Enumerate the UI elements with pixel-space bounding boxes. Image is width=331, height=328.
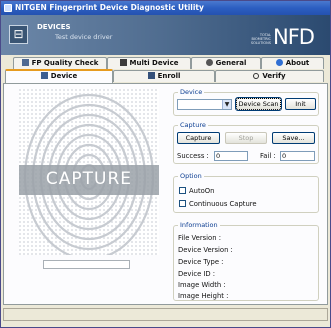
device-select[interactable]: ▼: [177, 99, 232, 110]
brand-logo: NFD: [273, 25, 315, 49]
autoon-label[interactable]: AutoOn: [189, 187, 214, 195]
option-group-label: Option: [178, 172, 204, 180]
fail-count-field: 0: [280, 151, 315, 161]
file-version-label: File Version :: [178, 234, 221, 242]
banner-title: DEVICES: [37, 23, 71, 31]
info-icon: [275, 59, 283, 66]
fingerprint-icon: [21, 59, 29, 66]
tab-enroll[interactable]: Enroll: [113, 70, 215, 82]
image-width-label: Image Width :: [178, 281, 226, 289]
stop-button[interactable]: Stop: [225, 132, 267, 144]
device-id-label: Device ID :: [178, 270, 216, 278]
information-group-label: Information: [178, 221, 220, 229]
device-type-label: Device Type :: [178, 258, 224, 266]
device-scan-button[interactable]: Device Scan: [235, 97, 282, 111]
continuous-capture-label[interactable]: Continuous Capture: [189, 200, 257, 208]
tab-multi-device[interactable]: Multi Device: [107, 57, 191, 69]
banner-subtitle: Test device driver: [55, 33, 113, 41]
fingerprint-image-area: CAPTURE: [19, 89, 159, 255]
tab-fp-quality-check[interactable]: FP Quality Check: [13, 57, 107, 69]
success-label: Success :: [177, 152, 209, 160]
brand-tagline: TOTAL BIOMETRIC SOLUTIONS: [250, 33, 271, 45]
success-count-field: 0: [214, 151, 248, 161]
capture-progress-bar: [43, 260, 130, 269]
enroll-icon: [147, 72, 155, 79]
multi-device-icon: [119, 59, 127, 66]
device-group-label: Device: [178, 88, 205, 96]
capture-group-label: Capture: [178, 121, 208, 129]
init-button[interactable]: Init: [285, 98, 316, 110]
device-version-label: Device Version :: [178, 246, 233, 254]
gear-icon: [205, 59, 213, 66]
status-bar: [3, 308, 328, 321]
autoon-checkbox[interactable]: [179, 187, 186, 194]
app-window: NITGEN Fingerprint Device Diagnostic Uti…: [0, 0, 331, 328]
window-title: NITGEN Fingerprint Device Diagnostic Uti…: [15, 3, 204, 12]
tab-verify[interactable]: Verify: [215, 70, 324, 82]
device-icon: [40, 72, 48, 79]
tab-about[interactable]: About: [261, 57, 324, 69]
tab-strip: FP Quality Check Multi Device General Ab…: [1, 57, 330, 83]
continuous-capture-checkbox[interactable]: [179, 200, 186, 207]
header-banner: ⊟ DEVICES Test device driver TOTAL BIOME…: [1, 15, 330, 55]
capture-placeholder-label: CAPTURE: [45, 169, 133, 189]
title-bar[interactable]: NITGEN Fingerprint Device Diagnostic Uti…: [1, 1, 330, 15]
fail-label: Fail :: [260, 152, 276, 160]
capture-button[interactable]: Capture: [177, 132, 220, 144]
search-icon: [253, 73, 260, 79]
chevron-down-icon[interactable]: ▼: [222, 100, 231, 109]
app-icon: [4, 4, 12, 12]
tab-general[interactable]: General: [191, 57, 261, 69]
save-button[interactable]: Save...: [272, 132, 315, 144]
image-height-label: Image Height :: [178, 292, 229, 300]
device-manager-icon: ⊟: [9, 25, 28, 44]
tab-device[interactable]: Device: [5, 69, 113, 83]
